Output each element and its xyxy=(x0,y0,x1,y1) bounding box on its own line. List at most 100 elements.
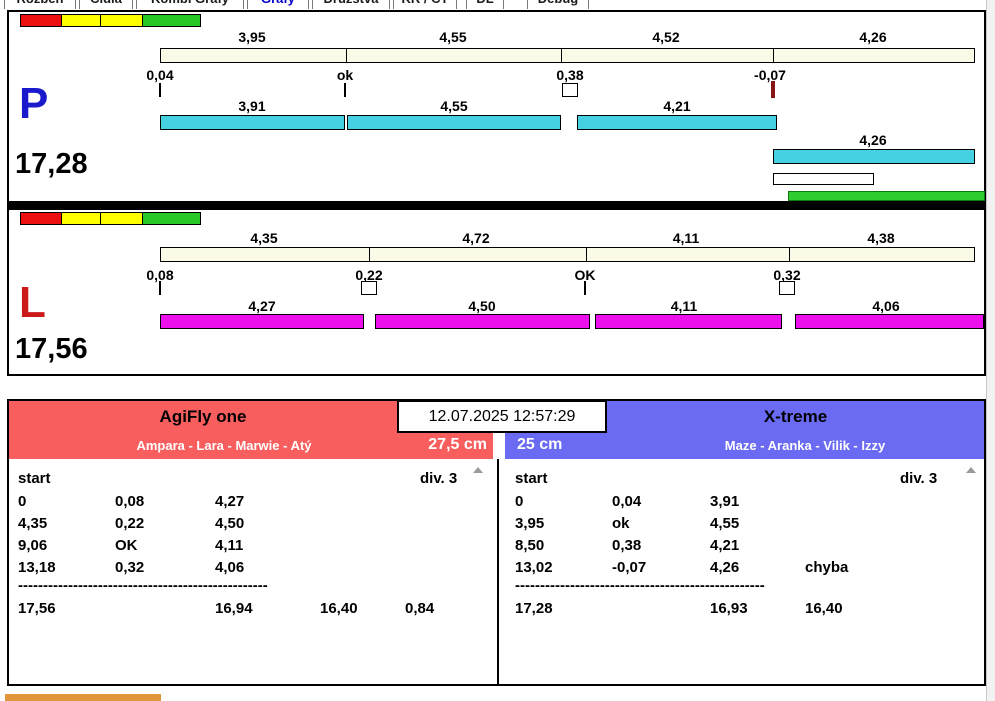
total-cell: 16,94 xyxy=(215,600,253,617)
table-cell: OK xyxy=(115,537,138,554)
lane-l-panel: 4,35 4,72 4,11 4,38 0,08 0,22 OK 0,32 L … xyxy=(7,208,986,376)
change-time-label: 0,04 xyxy=(146,67,174,83)
lane-letter-p: P xyxy=(19,79,49,128)
table-cell: 4,55 xyxy=(710,515,740,532)
run-bar xyxy=(160,314,364,329)
total-cell: 17,56 xyxy=(18,600,56,617)
split-divider xyxy=(789,248,790,261)
split-time-label: 4,55 xyxy=(439,29,467,45)
taskbar-fragment xyxy=(5,694,161,701)
change-checkbox[interactable] xyxy=(779,281,795,295)
tab-bar: Rozběh Čidla Kombi Grafy Grafy Družstva … xyxy=(4,0,984,9)
change-time-label: -0,07 xyxy=(754,67,786,83)
tab-dl[interactable]: DL xyxy=(466,0,504,9)
status-light-yellow-1 xyxy=(61,212,101,225)
run-time-label: 4,06 xyxy=(872,298,900,314)
table-cell: chyba xyxy=(805,559,849,576)
table-cell: 13,18 xyxy=(18,559,56,576)
team-left-header: AgiFly one xyxy=(9,401,397,432)
table-cell: 4,27 xyxy=(215,493,245,510)
table-cell: 4,06 xyxy=(215,559,245,576)
results-left: start div. 3 0 0,08 4,27 4,35 0,22 4,50 … xyxy=(9,459,497,684)
run-time-label: 4,26 xyxy=(859,132,887,148)
tab-grafy[interactable]: Grafy xyxy=(247,0,309,9)
lane-l-total: 17,56 xyxy=(15,333,88,365)
change-checkbox[interactable] xyxy=(562,83,578,97)
table-cell: 8,50 xyxy=(515,537,545,554)
tab-kr-ct[interactable]: KR / ČT xyxy=(393,0,457,9)
total-cell: 17,28 xyxy=(515,600,553,617)
split-divider xyxy=(586,248,587,261)
splits-bar xyxy=(160,48,975,63)
split-time-label: 4,26 xyxy=(859,29,887,45)
team-right-dogs: Maze - Aranka - Vilik - Izzy xyxy=(724,438,886,453)
table-cell: 3,91 xyxy=(710,493,740,510)
change-time-label: ok xyxy=(336,67,354,83)
run-bar xyxy=(795,314,984,329)
total-cell: 16,40 xyxy=(320,600,358,617)
run-bar xyxy=(773,149,975,164)
start-label: start xyxy=(515,470,548,487)
lane-p-total: 17,28 xyxy=(15,148,88,180)
change-tick xyxy=(584,281,586,295)
status-light-green xyxy=(142,212,201,225)
change-tick xyxy=(159,281,161,295)
table-cell: 13,02 xyxy=(515,559,553,576)
table-cell: -0,07 xyxy=(612,559,647,576)
table-cell: 0,38 xyxy=(612,537,642,554)
total-cell: 0,84 xyxy=(405,600,435,617)
team-left-subheader: Ampara - Lara - Marwie - Atý 27,5 cm xyxy=(9,432,493,459)
team-right-header: X-treme xyxy=(607,401,984,432)
tab-cidla[interactable]: Čidla xyxy=(79,0,133,9)
run-time-label: 4,11 xyxy=(670,298,698,314)
run-bar xyxy=(347,115,561,130)
change-tick xyxy=(344,83,346,97)
change-time-label: 0,38 xyxy=(556,67,584,83)
split-divider xyxy=(773,49,774,62)
table-cell: 4,11 xyxy=(215,537,244,554)
split-time-label: 4,38 xyxy=(867,230,895,246)
lane-p-panel: 3,95 4,55 4,52 4,26 0,04 ok 0,38 -0,07 P… xyxy=(7,10,986,203)
tab-debug[interactable]: Debug xyxy=(527,0,589,9)
run-time-label: 4,50 xyxy=(468,298,496,314)
scoreboard-panel: AgiFly one X-treme Ampara - Lara - Marwi… xyxy=(7,399,986,686)
table-cell: 0 xyxy=(515,493,524,510)
split-time-label: 4,52 xyxy=(652,29,680,45)
table-cell: 0,08 xyxy=(115,493,145,510)
table-cell: ok xyxy=(612,515,630,532)
clock-display: 12.07.2025 12:57:29 xyxy=(397,400,607,433)
division-label: div. 3 xyxy=(900,470,938,487)
tab-druzstva[interactable]: Družstva xyxy=(312,0,390,9)
table-cell: 4,26 xyxy=(710,559,740,576)
split-time-label: 4,35 xyxy=(250,230,278,246)
window-right-strip[interactable] xyxy=(986,0,995,701)
change-tick xyxy=(159,83,161,97)
fault-tick xyxy=(771,81,775,98)
change-checkbox[interactable] xyxy=(361,281,377,295)
tab-rozbeh[interactable]: Rozběh xyxy=(4,0,76,9)
split-time-label: 3,95 xyxy=(238,29,266,45)
run-bar xyxy=(577,115,777,130)
status-light-red xyxy=(20,212,62,225)
table-separator: ----------------------------------------… xyxy=(18,577,268,594)
run-time-label: 4,27 xyxy=(248,298,276,314)
table-cell: 4,50 xyxy=(215,515,245,532)
status-light-red xyxy=(20,14,62,27)
total-cell: 16,93 xyxy=(710,600,748,617)
status-light-green xyxy=(142,14,201,27)
start-label: start xyxy=(18,470,51,487)
table-cell: 0 xyxy=(18,493,27,510)
rerun-bar-outline xyxy=(773,173,874,185)
table-cell: 4,35 xyxy=(18,515,48,532)
team-right-name: X-treme xyxy=(763,407,828,426)
table-separator: ----------------------------------------… xyxy=(515,577,765,594)
run-bar xyxy=(595,314,782,329)
split-time-label: 4,11 xyxy=(672,230,700,246)
status-light-yellow-2 xyxy=(100,14,143,27)
run-bar xyxy=(160,115,345,130)
division-label: div. 3 xyxy=(420,470,458,487)
tab-kombi-grafy[interactable]: Kombi Grafy xyxy=(136,0,244,9)
run-time-label: 3,91 xyxy=(238,98,266,114)
team-right-height: 25 cm xyxy=(517,436,563,453)
table-cell: 0,04 xyxy=(612,493,642,510)
